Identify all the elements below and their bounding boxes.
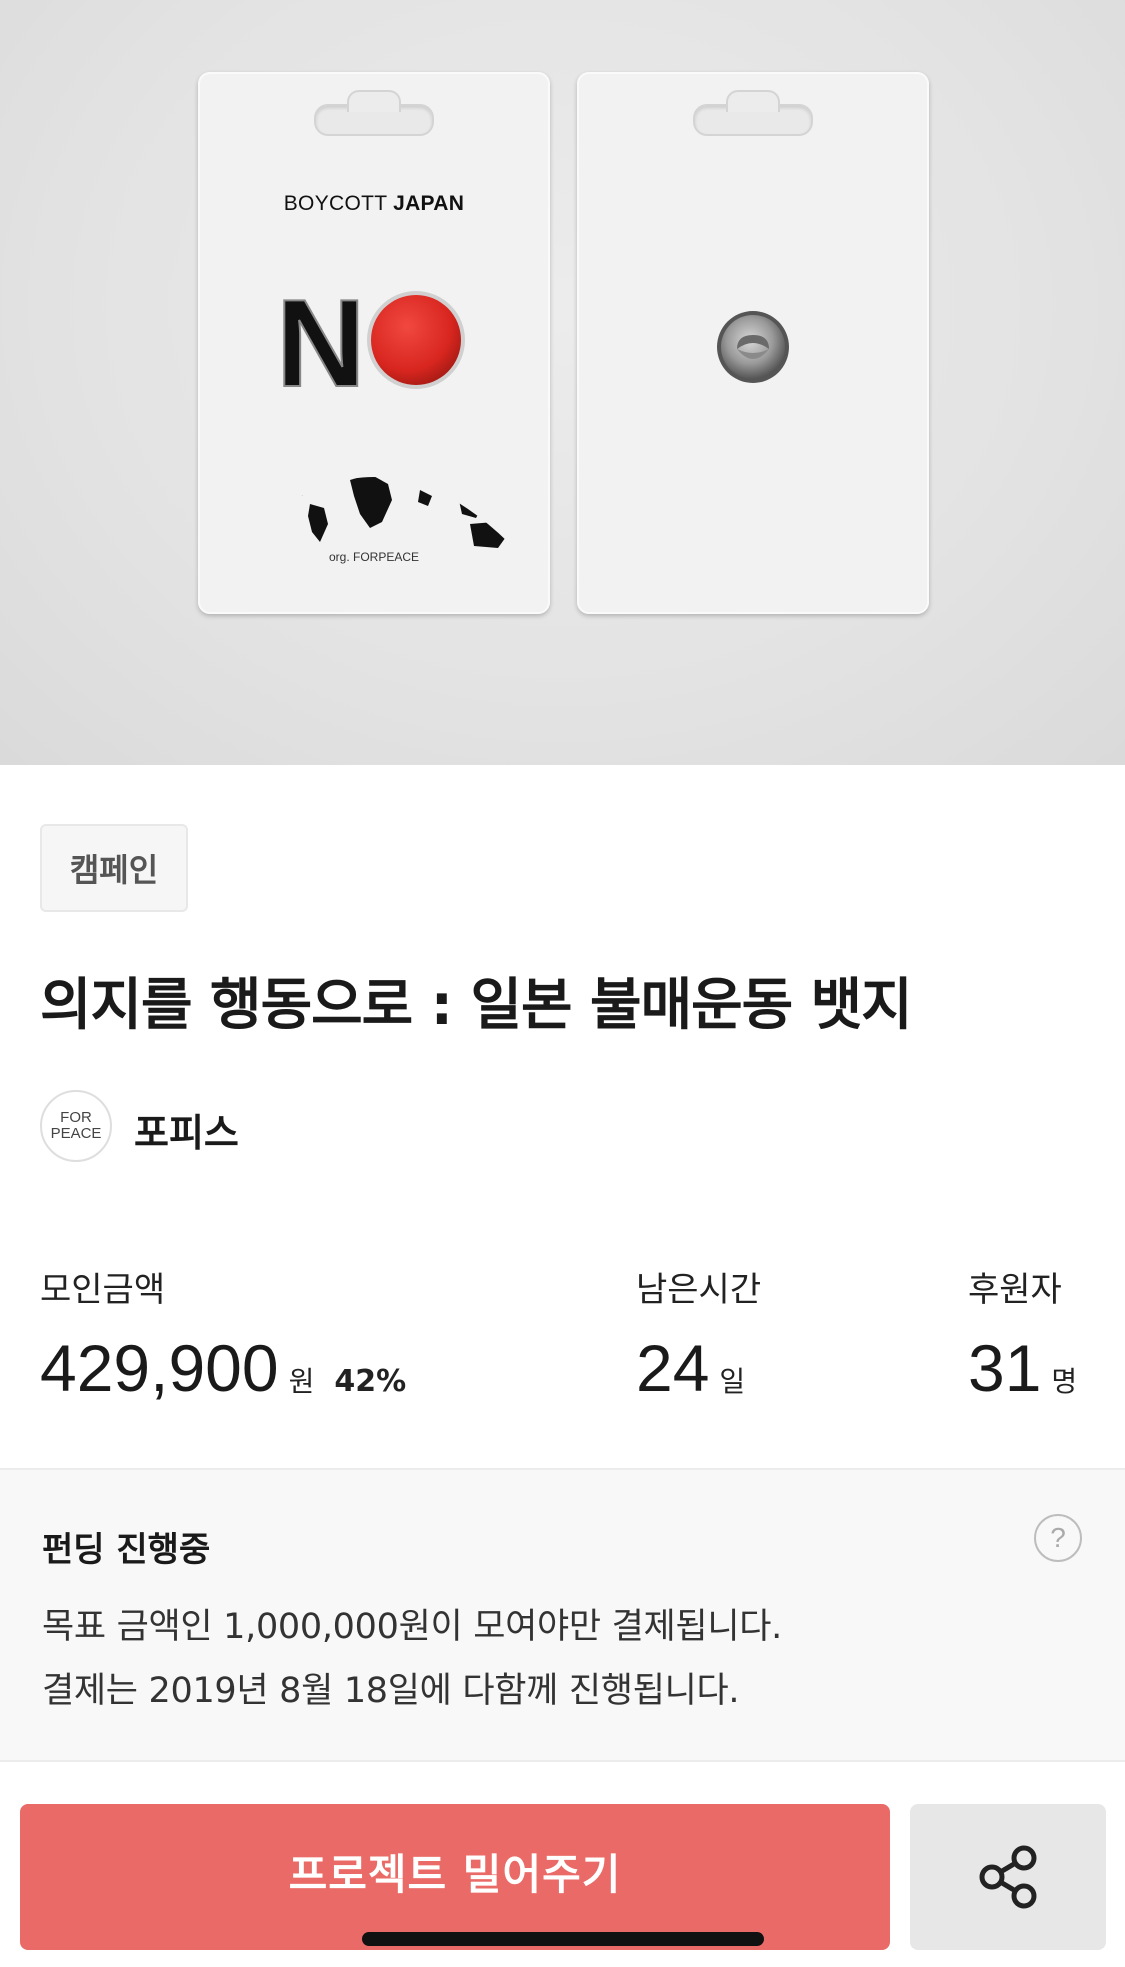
category-tag[interactable]: 캠페인: [40, 824, 188, 912]
home-indicator: [362, 1932, 764, 1946]
pin-clasp-icon: [717, 311, 789, 383]
remaining-label: 남은시간: [636, 1270, 762, 1310]
backers-count: 31 명: [968, 1330, 1077, 1420]
hang-slot: [314, 104, 434, 136]
badge-card-front: BOYCOTT JAPAN N org. FORPEACE: [198, 72, 550, 614]
back-project-button[interactable]: 프로젝트 밀어주기: [20, 1804, 890, 1950]
funding-status-title: 펀딩 진행중: [42, 1530, 211, 1570]
creator-avatar[interactable]: FOR PEACE: [40, 1090, 112, 1162]
remaining-value: 24: [636, 1331, 710, 1405]
backers-value: 31: [968, 1331, 1042, 1405]
share-button[interactable]: [910, 1804, 1106, 1950]
project-title: 의지를 행동으로 : 일본 불매운동 뱃지: [40, 973, 913, 1038]
backers-label: 후원자: [968, 1270, 1062, 1310]
no-letter: N: [276, 284, 360, 394]
raised-percent: 42%: [334, 1364, 407, 1399]
raised-unit: 원: [288, 1365, 315, 1398]
hang-slot: [693, 104, 813, 136]
remaining-time: 24 일: [636, 1330, 745, 1420]
badge-card-back: [577, 72, 929, 614]
globe-icon: [240, 477, 508, 548]
funding-goal-text: 목표 금액인 1,000,000원이 모여야만 결제됩니다.: [42, 1607, 782, 1647]
creator-name[interactable]: 포피스: [134, 1102, 239, 1157]
backers-unit: 명: [1051, 1365, 1078, 1398]
creator-logo-line1: FOR: [60, 1109, 92, 1126]
help-icon[interactable]: ?: [1034, 1514, 1082, 1562]
raised-label: 모인금액: [40, 1270, 166, 1310]
product-image: BOYCOTT JAPAN N org. FORPEACE: [0, 0, 1125, 765]
raised-value: 429,900: [40, 1331, 279, 1405]
funding-info-box: 펀딩 진행중 ? 목표 금액인 1,000,000원이 모여야만 결제됩니다. …: [0, 1468, 1125, 1762]
card-headline: BOYCOTT JAPAN: [283, 192, 465, 215]
remaining-unit: 일: [719, 1365, 746, 1398]
creator-logo-line2: PEACE: [50, 1125, 102, 1142]
share-icon: [979, 1845, 1037, 1909]
funding-payment-date-text: 결제는 2019년 8월 18일에 다함께 진행됩니다.: [42, 1671, 740, 1711]
raised-amount: 429,900 원 42%: [40, 1330, 406, 1420]
no-logo: N: [275, 284, 465, 394]
card-footer-text: org. FORPEACE: [328, 550, 420, 564]
